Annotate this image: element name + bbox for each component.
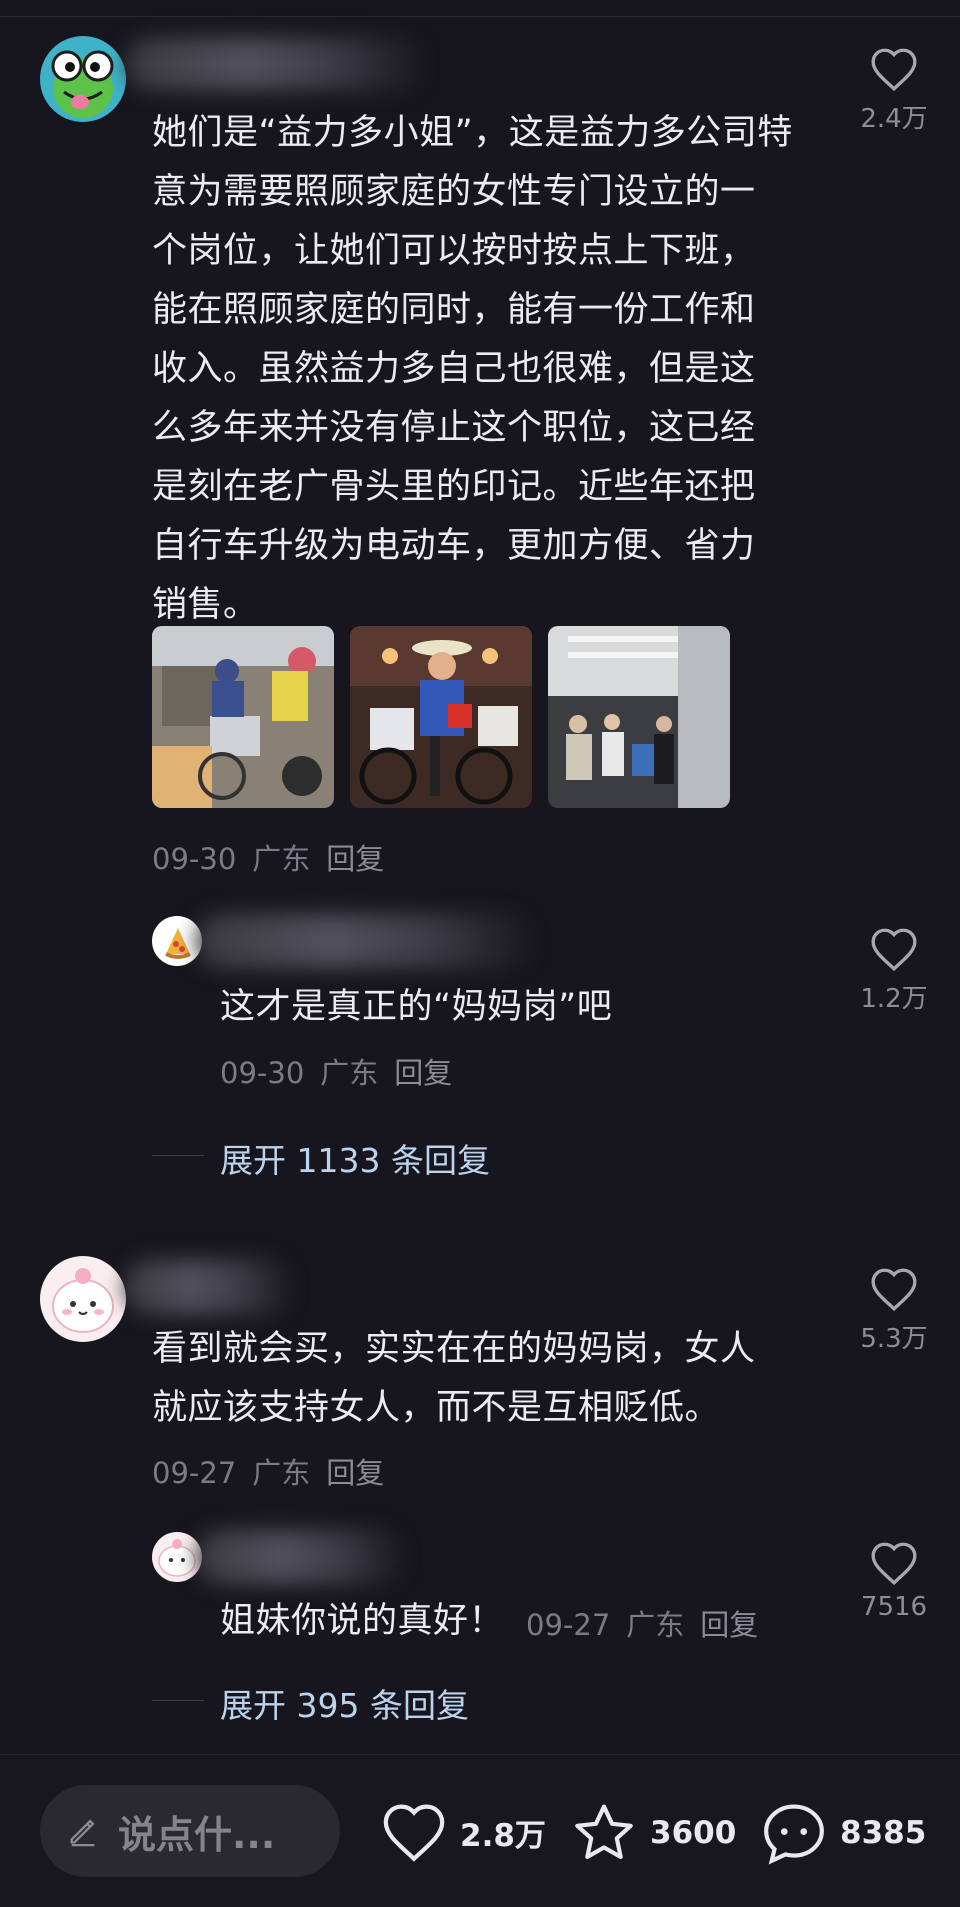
username-blurred[interactable]	[196, 914, 536, 968]
reply-date: 09-27	[526, 1608, 611, 1642]
comment-image-3[interactable]	[548, 626, 730, 808]
reply-meta: 09-30 广东 回复	[220, 1050, 468, 1092]
expand-replies-button[interactable]: 展开 1133 条回复	[220, 1134, 490, 1182]
comment-input[interactable]: 说点什...	[40, 1785, 340, 1877]
reply-date: 09-30	[220, 1056, 305, 1090]
comment-image-2[interactable]	[350, 626, 532, 808]
username-blurred[interactable]	[126, 38, 426, 90]
avatar-pizza[interactable]	[152, 916, 202, 966]
comment-meta: 09-30 广东 回复	[152, 836, 400, 878]
reply-meta: 09-27 广东 回复	[526, 1602, 774, 1644]
username-blurred[interactable]	[196, 1530, 406, 1584]
expand-divider	[152, 1155, 204, 1156]
like-count: 5.3万	[860, 1324, 928, 1354]
expand-divider	[152, 1700, 204, 1701]
comment-meta: 09-27 广东 回复	[152, 1450, 400, 1492]
favorite-count: 3600	[650, 1815, 737, 1851]
pencil-icon	[70, 1819, 95, 1847]
comment-date: 09-30	[152, 842, 237, 876]
avatar-cute-bun[interactable]	[40, 1256, 126, 1342]
chat-bubble-icon	[764, 1804, 824, 1865]
heart-icon	[871, 48, 917, 92]
reply-button[interactable]: 回复	[394, 1056, 452, 1090]
comment-location: 广东	[252, 842, 311, 876]
comments-button[interactable]: 8385	[760, 1801, 926, 1865]
heart-icon	[871, 1542, 917, 1586]
like-count: 1.2万	[860, 984, 928, 1014]
reply-text: 这才是真正的“妈妈岗”吧	[220, 987, 613, 1027]
reply-button[interactable]: 回复	[326, 1456, 384, 1490]
like-button[interactable]: 7516	[844, 1540, 944, 1622]
heart-icon	[871, 1268, 917, 1312]
like-button[interactable]: 5.3万	[844, 1266, 944, 1355]
reply-button[interactable]: 回复	[326, 842, 384, 876]
comment-text: 她们是“益力多小姐”，这是益力多公司特 意为需要照顾家庭的女性专门设立的一 个岗…	[152, 113, 793, 625]
avatar-frog[interactable]	[40, 36, 126, 122]
avatar-cute-bun-small[interactable]	[152, 1532, 202, 1582]
comment-count: 8385	[840, 1815, 927, 1851]
like-count: 7516	[860, 1592, 928, 1622]
comment-location: 广东	[252, 1456, 311, 1490]
like-post-button[interactable]: 2.8万	[380, 1801, 546, 1863]
heart-icon	[383, 1804, 445, 1862]
reply-button[interactable]: 回复	[700, 1608, 758, 1642]
top-divider	[0, 16, 960, 17]
favorite-button[interactable]: 3600	[570, 1801, 736, 1865]
reply-location: 广东	[320, 1056, 379, 1090]
like-count: 2.4万	[860, 104, 928, 134]
comment-date: 09-27	[152, 1456, 237, 1490]
expand-replies-button[interactable]: 展开 395 条回复	[220, 1679, 469, 1727]
heart-icon	[871, 928, 917, 972]
comment-text: 看到就会买，实实在在的妈妈岗，女人 就应该支持女人，而不是互相贬低。	[152, 1329, 756, 1428]
post-like-count: 2.8万	[460, 1817, 546, 1854]
comment-input-placeholder: 说点什...	[118, 1812, 276, 1857]
bottom-action-bar: 说点什... 2.8万 3600 8385	[0, 1754, 960, 1907]
star-icon	[575, 1804, 633, 1860]
reply-text: 姐妹你说的真好！	[220, 1601, 505, 1641]
username-blurred[interactable]	[124, 1260, 294, 1314]
like-button[interactable]: 1.2万	[844, 926, 944, 1015]
reply-location: 广东	[626, 1608, 685, 1642]
comment-image-1[interactable]	[152, 626, 334, 808]
like-button[interactable]: 2.4万	[844, 46, 944, 135]
